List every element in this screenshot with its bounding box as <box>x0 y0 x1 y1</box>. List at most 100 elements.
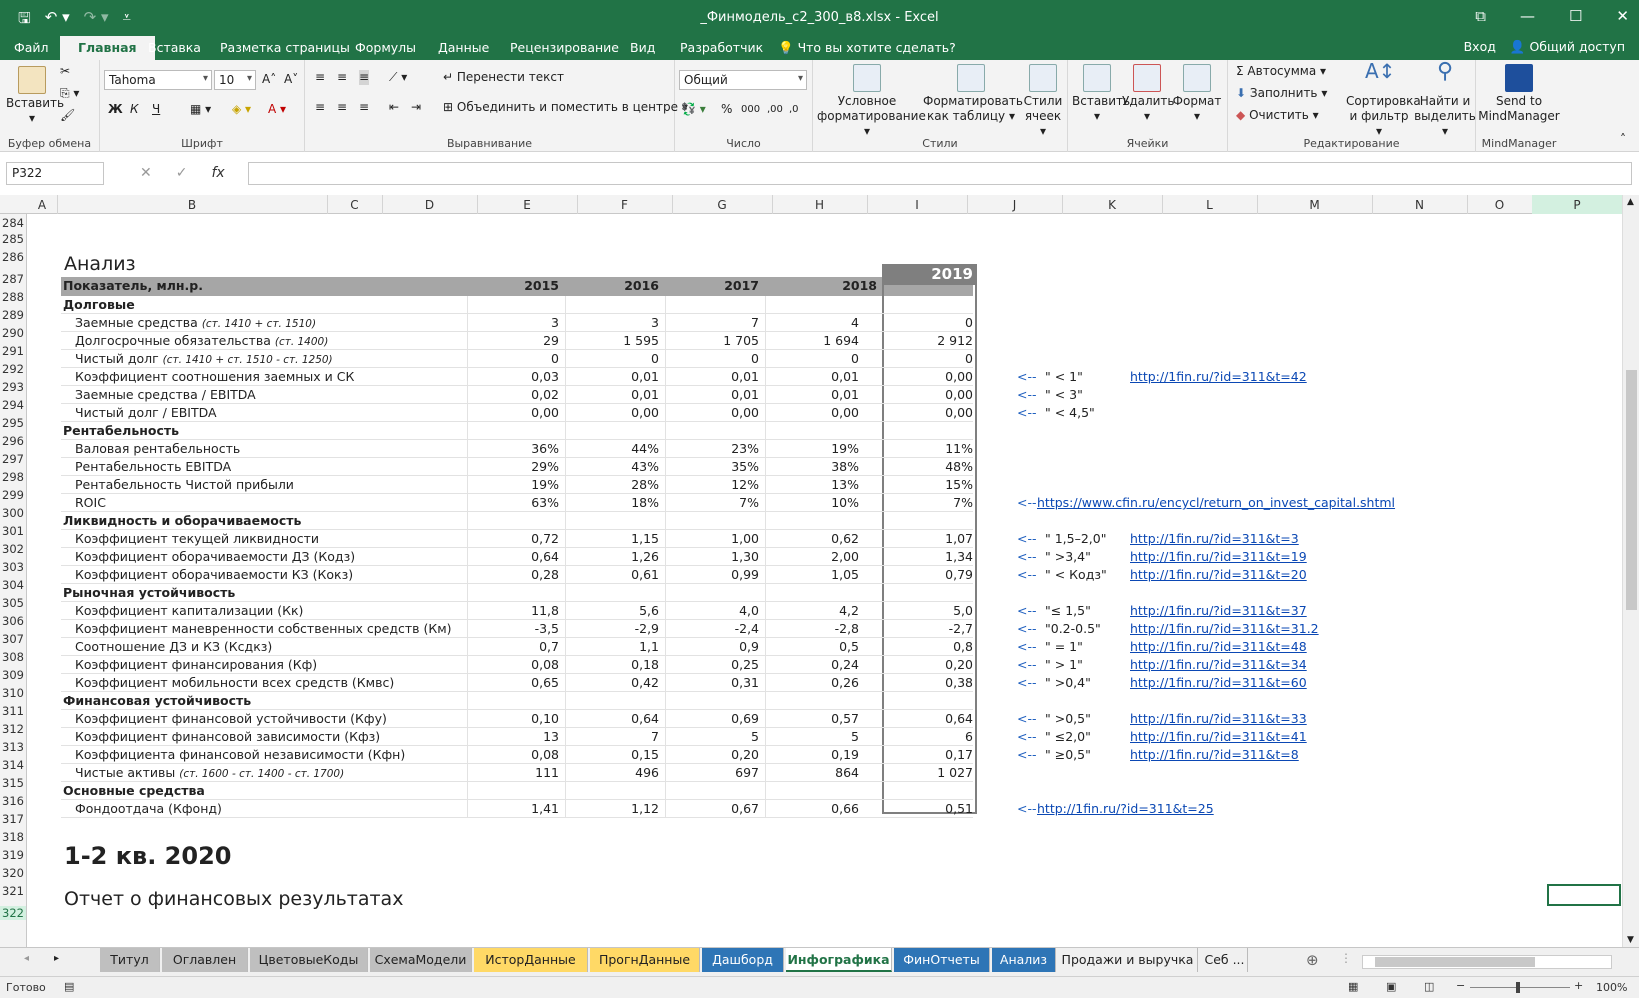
sheet-tab[interactable]: ИсторДанные <box>474 948 588 972</box>
reference-link[interactable]: http://1fin.ru/?id=311&t=60 <box>1130 674 1307 692</box>
column-header[interactable]: M <box>1257 198 1372 212</box>
minimize-icon[interactable]: — <box>1520 7 1535 25</box>
row-header[interactable]: 285 <box>0 232 26 246</box>
column-header[interactable]: D <box>382 198 477 212</box>
format-as-table-button[interactable]: Форматировать как таблицу ▾ <box>923 64 1023 124</box>
shrink-font-icon[interactable]: A˅ <box>284 72 298 87</box>
horizontal-scrollbar[interactable] <box>1362 955 1612 969</box>
row-header[interactable]: 307 <box>0 632 26 646</box>
row-header[interactable]: 287 <box>0 272 26 286</box>
tab-insert[interactable]: Вставка <box>148 40 201 55</box>
tab-data[interactable]: Данные <box>438 40 489 55</box>
share-button[interactable]: 👤 Общий доступ <box>1510 39 1625 55</box>
merge-center-button[interactable]: ⊞ Объединить и поместить в центре ▾ <box>443 100 688 115</box>
font-color-icon[interactable]: A ▾ <box>268 102 286 117</box>
macro-record-icon[interactable]: ▤ <box>64 980 74 993</box>
ribbon-display-icon[interactable]: ⧉ <box>1475 7 1486 25</box>
row-header[interactable]: 298 <box>0 470 26 484</box>
column-header[interactable]: K <box>1062 198 1162 212</box>
worksheet-grid[interactable]: Анализ Показатель, млн.р. 2015 2016 2017… <box>27 214 1622 947</box>
selected-cell[interactable] <box>1547 884 1621 906</box>
row-header[interactable]: 306 <box>0 614 26 628</box>
sheet-tab[interactable]: ПрогнДанные <box>590 948 700 972</box>
reference-link[interactable]: http://1fin.ru/?id=311&t=25 <box>1037 800 1214 818</box>
row-header[interactable]: 311 <box>0 704 26 718</box>
row-header[interactable]: 310 <box>0 686 26 700</box>
font-name-select[interactable]: Tahoma <box>104 70 212 90</box>
maximize-icon[interactable]: ☐ <box>1569 7 1582 25</box>
sheet-tab[interactable]: СхемаМодели <box>370 948 472 972</box>
number-format-select[interactable]: Общий <box>679 70 807 90</box>
zoom-slider-handle[interactable] <box>1516 982 1520 993</box>
row-header[interactable]: 290 <box>0 326 26 340</box>
column-header[interactable]: C <box>327 198 382 212</box>
reference-link[interactable]: http://1fin.ru/?id=311&t=33 <box>1130 710 1307 728</box>
scroll-down-icon[interactable]: ▼ <box>1627 935 1634 945</box>
column-header[interactable]: A <box>27 198 57 212</box>
row-header[interactable]: 294 <box>0 398 26 412</box>
signin-link[interactable]: Вход <box>1464 39 1496 55</box>
sheet-tab[interactable]: Себ ... <box>1202 948 1248 972</box>
delete-cells-button[interactable]: Удалить ▾ <box>1122 64 1175 124</box>
reference-link[interactable]: http://1fin.ru/?id=311&t=41 <box>1130 728 1307 746</box>
cancel-icon[interactable]: ✕ <box>140 165 152 181</box>
sheet-tab[interactable]: Оглавлен <box>162 948 248 972</box>
thousands-icon[interactable]: 000 <box>741 102 760 117</box>
horizontal-scroll-thumb[interactable] <box>1375 957 1535 967</box>
enter-icon[interactable]: ✓ <box>176 165 188 181</box>
tab-developer[interactable]: Разработчик <box>680 40 763 55</box>
name-box[interactable]: P322 <box>6 162 104 185</box>
column-header[interactable]: N <box>1372 198 1467 212</box>
align-middle-icon[interactable]: ≡ <box>337 70 347 85</box>
row-header[interactable]: 313 <box>0 740 26 754</box>
reference-link[interactable]: http://1fin.ru/?id=311&t=48 <box>1130 638 1307 656</box>
reference-link[interactable]: http://1fin.ru/?id=311&t=19 <box>1130 548 1307 566</box>
align-bottom-icon[interactable]: ≡ <box>359 70 370 85</box>
percent-icon[interactable]: % <box>721 102 732 117</box>
wrap-text-button[interactable]: ↵ Перенести текст <box>443 70 564 85</box>
format-cells-button[interactable]: Формат ▾ <box>1172 64 1222 124</box>
row-header[interactable]: 296 <box>0 434 26 448</box>
page-layout-view-icon[interactable]: ▣ <box>1386 980 1396 993</box>
zoom-level[interactable]: 100% <box>1596 981 1627 994</box>
orientation-icon[interactable]: ⟋ ▾ <box>389 70 407 85</box>
column-header[interactable]: I <box>867 198 967 212</box>
scroll-thumb[interactable] <box>1626 370 1637 610</box>
row-header[interactable]: 284 <box>0 216 26 230</box>
align-left-icon[interactable]: ≡ <box>315 100 325 115</box>
align-right-icon[interactable]: ≡ <box>359 100 369 115</box>
clear-button[interactable]: ◆ Очистить ▾ <box>1236 108 1319 123</box>
scroll-up-icon[interactable]: ▲ <box>1627 197 1634 207</box>
row-header[interactable]: 318 <box>0 830 26 844</box>
row-header[interactable]: 293 <box>0 380 26 394</box>
row-header[interactable]: 314 <box>0 758 26 772</box>
reference-link[interactable]: http://1fin.ru/?id=311&t=8 <box>1130 746 1299 764</box>
zoom-in-icon[interactable]: + <box>1574 979 1583 992</box>
tab-home[interactable]: Главная <box>60 36 155 60</box>
grow-font-icon[interactable]: A˄ <box>262 72 276 87</box>
reference-link[interactable]: https://www.cfin.ru/encycl/return_on_inv… <box>1037 494 1395 512</box>
reference-link[interactable]: http://1fin.ru/?id=311&t=42 <box>1130 368 1307 386</box>
collapse-ribbon-icon[interactable]: ˄ <box>1620 132 1626 147</box>
paste-button[interactable]: Вставить ▾ <box>6 66 64 126</box>
tab-page-layout[interactable]: Разметка страницы <box>220 40 350 55</box>
column-header[interactable]: F <box>577 198 672 212</box>
bold-button[interactable]: Ж <box>108 102 123 117</box>
vertical-scrollbar[interactable]: ▲ ▼ <box>1622 195 1639 947</box>
reference-link[interactable]: http://1fin.ru/?id=311&t=3 <box>1130 530 1299 548</box>
tell-me-box[interactable]: 💡 Что вы хотите сделать? <box>778 40 956 56</box>
decrease-indent-icon[interactable]: ⇤ <box>389 100 399 115</box>
tab-scroll-left-icon[interactable]: ◂ <box>24 953 29 964</box>
row-header[interactable]: 315 <box>0 776 26 790</box>
sheet-tab[interactable]: Продажи и выручка <box>1058 948 1198 972</box>
row-header[interactable]: 288 <box>0 290 26 304</box>
tab-split-icon[interactable]: ⋮ <box>1340 951 1352 965</box>
fill-color-icon[interactable]: ◈ ▾ <box>232 102 251 117</box>
copy-icon[interactable]: ⎘ ▾ <box>60 86 79 101</box>
font-size-select[interactable]: 10 <box>214 70 256 90</box>
row-header[interactable]: 289 <box>0 308 26 322</box>
borders-icon[interactable]: ▦ ▾ <box>190 102 211 117</box>
row-header[interactable]: 302 <box>0 542 26 556</box>
column-header[interactable]: O <box>1467 198 1532 212</box>
zoom-slider[interactable] <box>1470 982 1570 993</box>
